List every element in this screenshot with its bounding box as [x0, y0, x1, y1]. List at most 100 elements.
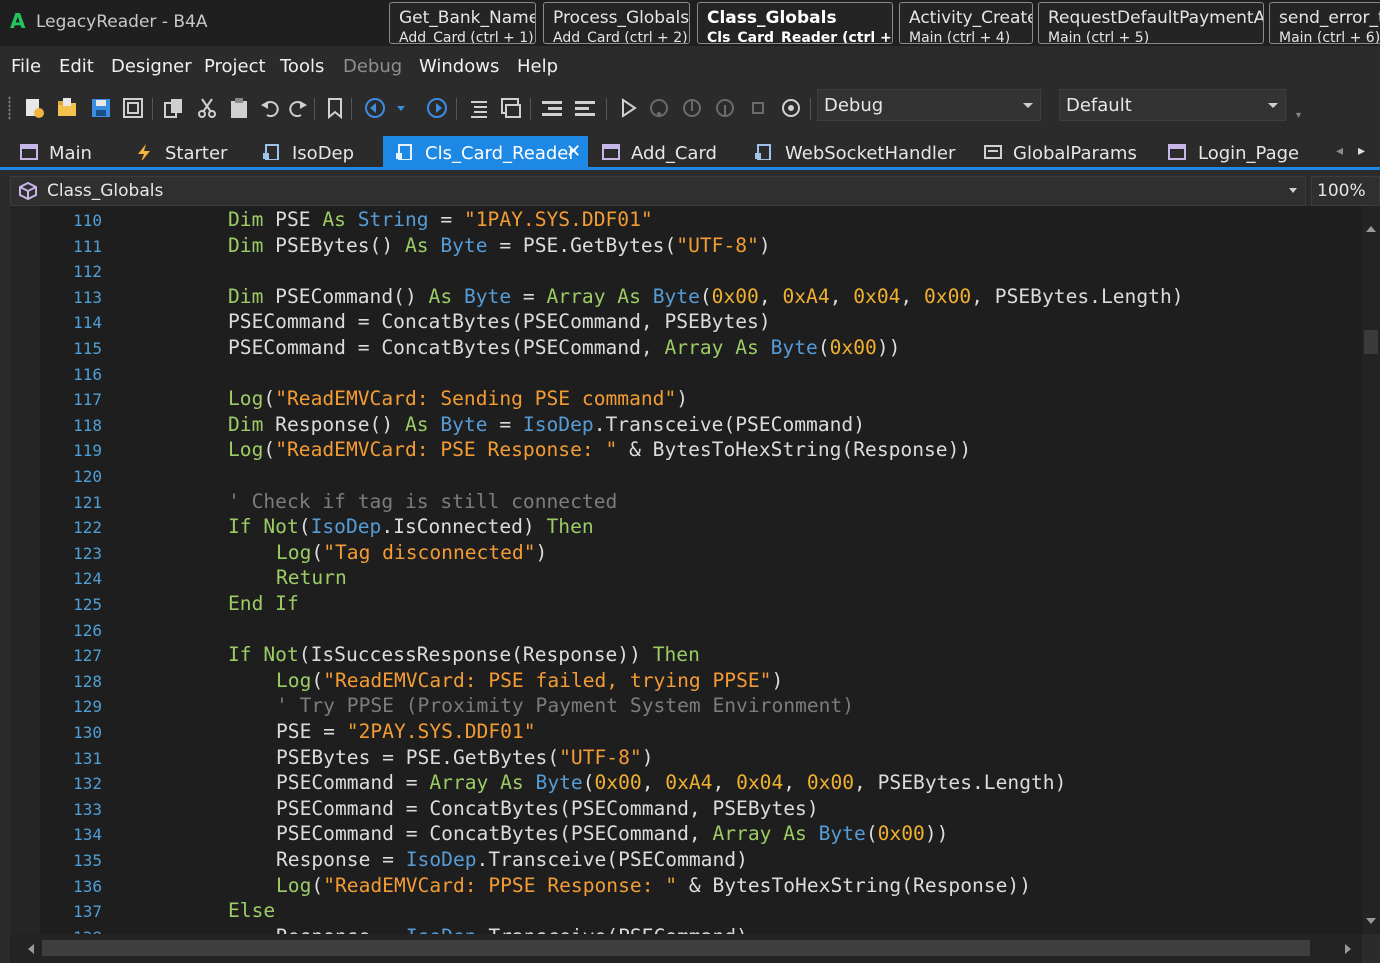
- code-line: Dim Response() As Byte = IsoDep.Transcei…: [228, 413, 865, 436]
- navigate-forward-icon[interactable]: [425, 96, 449, 120]
- toolbar-overflow-icon[interactable]: ▾: [1296, 110, 1301, 121]
- code-line: PSECommand = ConcatBytes(PSECommand, PSE…: [276, 797, 819, 820]
- step-out-icon[interactable]: [713, 96, 737, 120]
- step-in-icon[interactable]: [680, 96, 704, 120]
- code-token: 0x04: [736, 771, 784, 795]
- indent-icon[interactable]: [540, 96, 564, 120]
- code-token: ,: [758, 284, 783, 308]
- uncomment-icon[interactable]: [499, 96, 523, 120]
- scroll-down-icon[interactable]: [1366, 918, 1376, 924]
- vertical-scroll-thumb[interactable]: [1364, 330, 1378, 354]
- code-token: Then: [652, 643, 700, 667]
- comment-icon[interactable]: [467, 96, 491, 120]
- scroll-tabs-left-icon[interactable]: ◂: [1336, 143, 1343, 159]
- code-token: ' Check if tag is still connected: [228, 489, 618, 513]
- navigate-back-icon[interactable]: [363, 96, 387, 120]
- quick-nav-process-globals[interactable]: Process_Globals Add_Card (ctrl + 2): [543, 2, 690, 44]
- code-area[interactable]: Dim PSE As String = "1PAY.SYS.DDF01" Dim …: [132, 206, 1352, 934]
- cut-icon[interactable]: [195, 96, 219, 120]
- quick-nav-send-error[interactable]: send_error_to Main (ctrl + 6): [1269, 2, 1380, 44]
- sub-selector[interactable]: Class_Globals: [10, 176, 1306, 206]
- chevron-down-icon[interactable]: [394, 96, 408, 120]
- close-icon[interactable]: ✕: [566, 141, 581, 162]
- new-file-icon[interactable]: [22, 96, 46, 120]
- step-over-icon[interactable]: [647, 96, 671, 120]
- save-all-icon[interactable]: [121, 96, 145, 120]
- build-profile-select[interactable]: Default: [1059, 89, 1286, 121]
- build-config-select[interactable]: Debug: [817, 89, 1041, 121]
- code-line: Dim PSEBytes() As Byte = PSE.GetBytes("U…: [228, 234, 771, 257]
- vertical-scrollbar[interactable]: [1362, 206, 1380, 934]
- menu-help[interactable]: Help: [517, 56, 558, 77]
- menu-windows[interactable]: Windows: [419, 56, 499, 77]
- copy-icon[interactable]: [162, 96, 186, 120]
- line-number: 129: [73, 697, 102, 717]
- menu-file[interactable]: File: [11, 56, 41, 77]
- quick-nav-class-globals[interactable]: Class_Globals Cls_Card_Reader (ctrl + 3): [697, 2, 893, 44]
- horizontal-scrollbar[interactable]: [10, 934, 1362, 963]
- code-token: (: [311, 668, 324, 692]
- undo-icon[interactable]: [258, 96, 282, 120]
- code-token: Dim: [228, 233, 264, 257]
- code-token: , PSEBytes.Length): [971, 284, 1184, 308]
- tab-websockethandler[interactable]: WebSocketHandler: [742, 136, 970, 167]
- tab-cls-card-reader[interactable]: Cls_Card_Reader ✕: [383, 136, 588, 167]
- code-token: PSECommand = ConcatBytes(PSECommand,: [276, 822, 713, 846]
- quick-nav-request-default-payment[interactable]: RequestDefaultPaymentAp Main (ctrl + 5): [1038, 2, 1264, 44]
- class-module-icon: [755, 144, 771, 160]
- quick-nav-get-bank-name[interactable]: Get_Bank_Name Add_Card (ctrl + 1): [389, 2, 536, 44]
- tab-main[interactable]: Main: [10, 136, 125, 167]
- quick-nav-activity-create[interactable]: Activity_Create Main (ctrl + 4): [899, 2, 1033, 44]
- code-editor[interactable]: 110 111 112 113 114 115 116 117 118 119 120 121 122 1…: [10, 206, 1362, 934]
- open-folder-icon[interactable]: [55, 96, 79, 120]
- toolbar-grip[interactable]: [8, 96, 11, 120]
- code-line: Else: [228, 899, 275, 922]
- bookmark-icon[interactable]: [323, 96, 347, 120]
- outdent-icon[interactable]: [573, 96, 597, 120]
- menu-project[interactable]: Project: [204, 56, 266, 77]
- tab-label: GlobalParams: [1013, 143, 1137, 164]
- code-token: Byte: [770, 336, 818, 359]
- code-token: Log: [276, 540, 312, 564]
- code-token: "ReadEMVCard: PPSE Response: ": [323, 873, 678, 897]
- line-number: 122: [73, 518, 102, 538]
- code-token: Then: [546, 515, 594, 539]
- code-token: Dim: [228, 412, 264, 436]
- save-icon[interactable]: [89, 96, 113, 120]
- app-logo-icon: A: [10, 9, 26, 33]
- redo-icon[interactable]: [286, 96, 310, 120]
- code-token: ): [535, 540, 548, 564]
- scroll-left-icon[interactable]: [28, 944, 34, 954]
- paste-icon[interactable]: [227, 96, 251, 120]
- code-token: 0x00: [711, 284, 759, 308]
- tab-starter[interactable]: Starter: [125, 136, 250, 167]
- menu-debug[interactable]: Debug: [343, 56, 402, 77]
- line-number: 114: [73, 313, 102, 333]
- code-token: As: [322, 208, 346, 231]
- code-token: , PSEBytes.Length): [854, 771, 1067, 795]
- scroll-right-icon[interactable]: [1345, 944, 1351, 954]
- menu-designer[interactable]: Designer: [111, 56, 192, 77]
- window-title: LegacyReader - B4A: [36, 12, 208, 32]
- tab-add-card[interactable]: Add_Card: [590, 136, 740, 167]
- tab-login-page[interactable]: Login_Page: [1156, 136, 1326, 167]
- line-number: 132: [73, 774, 102, 794]
- code-token: .IsConnected): [381, 515, 547, 539]
- tab-isodep[interactable]: IsoDep: [250, 136, 382, 167]
- restart-icon[interactable]: [779, 96, 803, 120]
- tab-globalparams[interactable]: GlobalParams: [972, 136, 1152, 167]
- scroll-up-icon[interactable]: [1366, 226, 1376, 232]
- code-token: Return: [276, 566, 347, 590]
- scroll-tabs-right-icon[interactable]: ▸: [1358, 143, 1365, 159]
- breakpoint-gutter[interactable]: [10, 206, 40, 934]
- quick-nav-module-shortcut: Add_Card (ctrl + 2): [553, 30, 688, 44]
- run-icon[interactable]: [616, 96, 640, 120]
- code-line: Log("ReadEMVCard: PSE failed, trying PPS…: [276, 669, 783, 692]
- code-token: PSEBytes = PSE.GetBytes(: [276, 745, 560, 769]
- horizontal-scroll-thumb[interactable]: [42, 940, 1310, 956]
- zoom-level[interactable]: 100%: [1311, 176, 1380, 206]
- stop-icon[interactable]: [746, 96, 770, 120]
- menu-tools[interactable]: Tools: [280, 56, 324, 77]
- menu-edit[interactable]: Edit: [59, 56, 94, 77]
